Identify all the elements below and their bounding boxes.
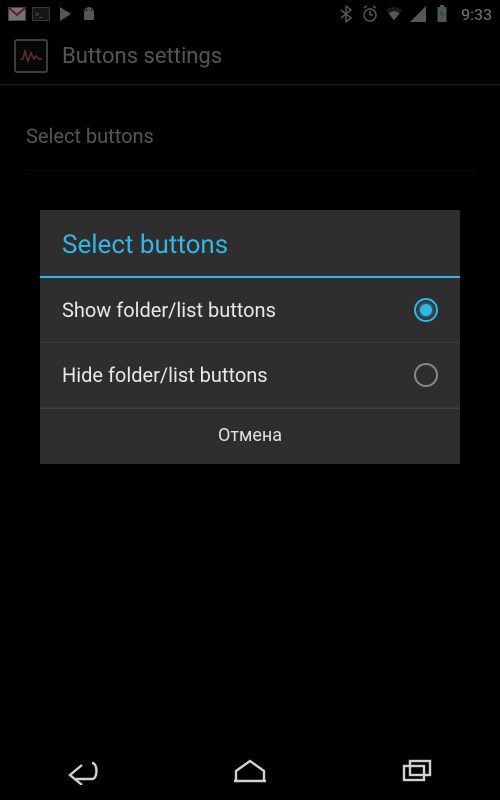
option-label: Show folder/list buttons — [62, 298, 414, 322]
recent-apps-button[interactable] — [381, 751, 453, 791]
radio-unchecked-icon — [414, 363, 438, 387]
option-label: Hide folder/list buttons — [62, 363, 414, 387]
option-show-buttons[interactable]: Show folder/list buttons — [40, 278, 460, 343]
dialog-backdrop[interactable]: Select buttons Show folder/list buttons … — [0, 0, 500, 800]
cancel-button[interactable]: Отмена — [40, 408, 460, 464]
select-buttons-dialog: Select buttons Show folder/list buttons … — [40, 210, 460, 464]
cancel-button-label: Отмена — [218, 425, 282, 446]
navigation-bar — [0, 742, 500, 800]
back-button[interactable] — [47, 751, 119, 791]
radio-checked-icon — [414, 298, 438, 322]
home-button[interactable] — [214, 751, 286, 791]
option-hide-buttons[interactable]: Hide folder/list buttons — [40, 343, 460, 408]
dialog-title: Select buttons — [40, 210, 460, 276]
